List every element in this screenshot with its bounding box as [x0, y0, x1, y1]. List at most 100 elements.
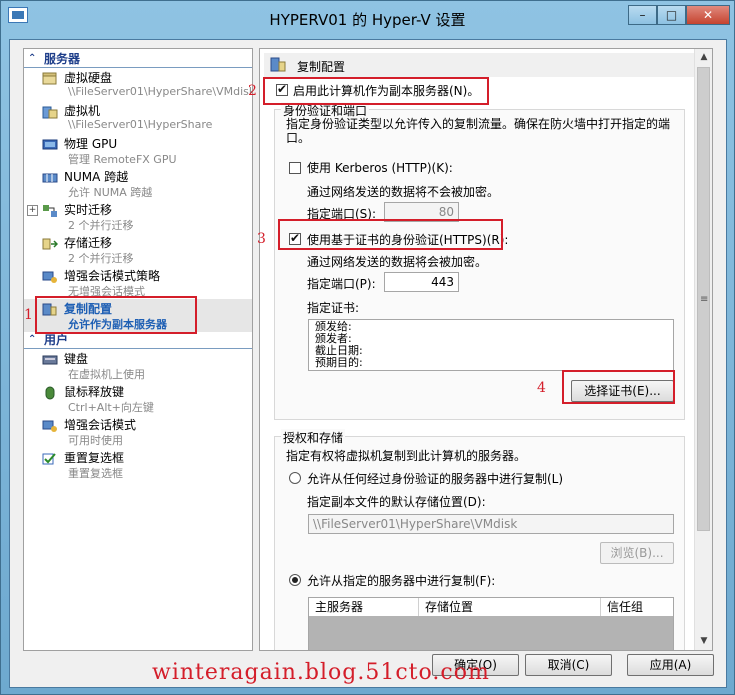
title-bar: HYPERV01 的 Hyper-V 设置 – □ ✕ [1, 1, 734, 35]
auth-description: 指定身份验证类型以允许传入的复制流量。确保在防火墙中打开指定的端口。 [286, 117, 671, 145]
replication-icon [270, 57, 286, 72]
tree-item-live-migration[interactable]: + 实时迁移 2 个并行迁移 [24, 200, 252, 233]
default-location-label: 指定副本文件的默认存储位置(D): [307, 495, 486, 509]
tree-item-label: 鼠标释放键 [64, 385, 125, 399]
scroll-up-arrow-icon[interactable]: ▲ [695, 49, 712, 66]
tree-item-label: 重置复选框 [64, 451, 125, 465]
certificate-label: 指定证书: [307, 301, 360, 315]
table-empty-area [309, 616, 673, 650]
storage-group-title: 授权和存储 [281, 429, 346, 446]
maximize-button[interactable]: □ [657, 5, 686, 25]
hard-disk-icon [42, 72, 57, 85]
servers-section-header[interactable]: ⌃ 服务器 [24, 51, 252, 68]
tree-item-numa-spanning[interactable]: NUMA 跨越 允许 NUMA 跨越 [24, 167, 252, 200]
tree-item-label: 存储迁移 [64, 236, 113, 250]
panel-title: 复制配置 [297, 60, 346, 74]
scrollbar-thumb[interactable]: ≡ [697, 67, 710, 531]
tree-item-label: 虚拟机 [64, 104, 101, 118]
panel-scrollbar[interactable]: ▲ ≡ ▼ [694, 49, 712, 650]
storage-migration-icon [42, 238, 58, 250]
column-header-primary-server[interactable]: 主服务器 [309, 598, 419, 616]
specified-servers-radio[interactable] [289, 574, 301, 586]
tree-item-sublabel: 2 个并行迁移 [68, 252, 134, 265]
apply-button[interactable]: 应用(A) [627, 654, 714, 676]
tree-item-physical-gpu[interactable]: 物理 GPU 管理 RemoteFX GPU [24, 134, 252, 167]
annotation-number-1: 1 [24, 307, 33, 323]
annotation-box-4 [562, 370, 675, 404]
tree-item-sublabel: \\FileServer01\HyperShare\VMdisk [68, 85, 253, 98]
column-header-storage-location[interactable]: 存储位置 [419, 598, 601, 616]
tree-item-label: 虚拟硬盘 [64, 71, 113, 85]
panel-header: 复制配置 [264, 53, 694, 77]
tree-item-virtual-machines[interactable]: 虚拟机 \\FileServer01\HyperShare [24, 101, 252, 134]
tree-item-storage-migration[interactable]: 存储迁移 2 个并行迁移 [24, 233, 252, 266]
tree-item-sublabel: \\FileServer01\HyperShare [68, 118, 213, 131]
minimize-button[interactable]: – [628, 5, 657, 25]
users-section-label: 用户 [44, 333, 69, 347]
https-note: 通过网络发送的数据将会被加密。 [307, 255, 488, 269]
annotation-box-1 [35, 296, 197, 334]
users-section-header[interactable]: ⌃ 用户 [24, 332, 252, 349]
grip-icon: ≡ [700, 294, 709, 305]
tree-item-label: 增强会话模式策略 [64, 269, 161, 283]
kerberos-label: 使用 Kerberos (HTTP)(K): [307, 161, 453, 175]
gpu-icon [42, 139, 58, 150]
enhanced-session-icon [42, 420, 57, 432]
mouse-icon [45, 386, 55, 400]
vm-folder-icon [42, 106, 58, 119]
cert-issued-to: 颁发给: [315, 320, 352, 333]
annotation-box-2 [263, 77, 489, 105]
column-header-trust-group[interactable]: 信任组 [601, 598, 673, 616]
tree-item-keyboard[interactable]: 键盘 在虚拟机上使用 [24, 349, 252, 382]
annotation-box-3 [278, 219, 503, 250]
cert-issuer: 颁发者: [315, 332, 352, 345]
collapse-chevron-icon: ⌃ [28, 334, 37, 345]
https-port-input[interactable]: 443 [384, 272, 459, 292]
expand-plus-icon[interactable]: + [27, 205, 38, 216]
keyboard-icon [42, 355, 58, 365]
tree-item-sublabel: 可用时使用 [68, 434, 123, 447]
certificate-details-box: 颁发给: 颁发者: 截止日期: 预期目的: [308, 319, 674, 371]
tree-item-sublabel: 允许 NUMA 跨越 [68, 186, 153, 199]
tree-item-virtual-hard-disk[interactable]: 虚拟硬盘 \\FileServer01\HyperShare\VMdisk [24, 68, 252, 101]
tree-item-reset-checkboxes[interactable]: 重置复选框 重置复选框 [24, 448, 252, 481]
servers-section-label: 服务器 [44, 52, 81, 66]
blog-watermark: winteragain.blog.51cto.com [152, 660, 490, 685]
tree-item-label: 增强会话模式 [64, 418, 137, 432]
annotation-number-4: 4 [537, 380, 546, 396]
live-migration-icon [43, 205, 57, 217]
cert-expiration: 截止日期: [315, 344, 363, 357]
window-title: HYPERV01 的 Hyper-V 设置 [269, 11, 466, 29]
tree-item-sublabel: 2 个并行迁移 [68, 219, 134, 232]
storage-description: 指定有权将虚拟机复制到此计算机的服务器。 [286, 449, 527, 463]
cert-intended-purpose: 预期目的: [315, 356, 363, 369]
https-port-label: 指定端口(P): [307, 277, 376, 291]
specified-servers-label: 允许从指定的服务器中进行复制(F): [307, 574, 496, 588]
collapse-chevron-icon: ⌃ [28, 53, 37, 64]
settings-tree: ⌃ 服务器 虚拟硬盘 \\FileServer01\HyperShare\VMdi… [23, 48, 253, 651]
kerberos-note: 通过网络发送的数据将不会被加密。 [307, 185, 500, 199]
cancel-button[interactable]: 取消(C) [525, 654, 612, 676]
tree-item-mouse-release-key[interactable]: 鼠标释放键 Ctrl+Alt+向左键 [24, 382, 252, 415]
default-location-input[interactable]: \\FileServer01\HyperShare\VMdisk [308, 514, 674, 534]
dialog-client-area: ⌃ 服务器 虚拟硬盘 \\FileServer01\HyperShare\VMdi… [9, 39, 727, 688]
annotation-number-3: 3 [257, 231, 266, 247]
scroll-down-arrow-icon[interactable]: ▼ [695, 633, 712, 650]
reset-checkbox-icon [42, 453, 56, 465]
annotation-number-2: 2 [248, 83, 257, 99]
tree-item-sublabel: 重置复选框 [68, 467, 123, 480]
close-button[interactable]: ✕ [686, 5, 730, 25]
any-server-radio[interactable] [289, 472, 301, 484]
tree-item-enhanced-session-policy[interactable]: 增强会话模式策略 无增强会话模式 [24, 266, 252, 299]
tree-item-enhanced-session-mode[interactable]: 增强会话模式 可用时使用 [24, 415, 252, 448]
browse-button[interactable]: 浏览(B)... [600, 542, 674, 564]
tree-item-label: 键盘 [64, 352, 89, 366]
kerberos-checkbox[interactable] [289, 162, 301, 174]
tree-item-sublabel: Ctrl+Alt+向左键 [68, 401, 154, 414]
tree-item-label: 物理 GPU [64, 137, 118, 151]
enhanced-session-icon [42, 271, 57, 283]
tree-item-label: 实时迁移 [64, 203, 113, 217]
primary-servers-table[interactable]: 主服务器 存储位置 信任组 [308, 597, 674, 650]
tree-item-sublabel: 在虚拟机上使用 [68, 368, 145, 381]
any-server-label: 允许从任何经过身份验证的服务器中进行复制(L) [307, 472, 564, 486]
